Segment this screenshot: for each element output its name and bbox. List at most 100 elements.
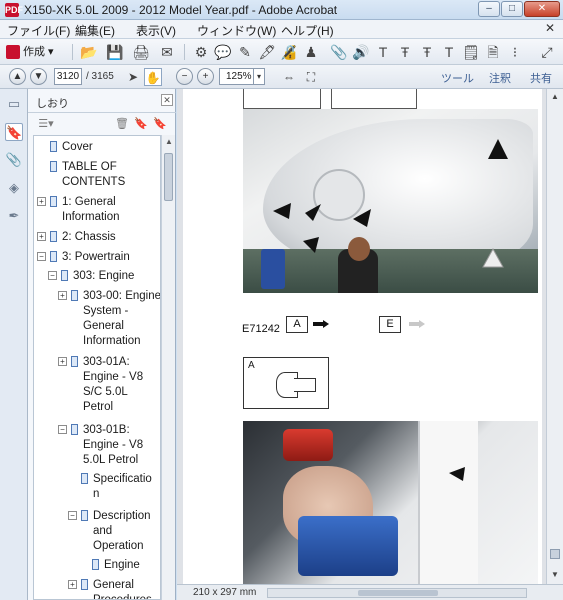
create-pdf-icon [6, 45, 20, 60]
tab-tools[interactable]: ツール [441, 70, 474, 86]
certificate-icon[interactable]: 🔏 [280, 43, 298, 61]
bookmark-chassis[interactable]: + 2: Chassis [37, 230, 158, 245]
tab-share[interactable]: 共有 [530, 70, 552, 86]
more-dropdown-icon[interactable]: ⁝ [506, 43, 524, 61]
menu-window[interactable]: ウィンドウ(W) [197, 22, 276, 39]
scroll-up-icon[interactable]: ▲ [162, 135, 176, 149]
new-bookmark-icon[interactable]: 🔖 [134, 117, 148, 131]
fit-width-icon[interactable]: ⛶ [302, 68, 320, 86]
title-bar: PDF X150-XK 5.0L 2009 - 2012 Model Year.… [0, 0, 563, 20]
bookmark-303-01a[interactable]: + 303-01A: Engine - V8 S/C 5.0L Petrol [58, 355, 158, 417]
close-document-icon[interactable]: ✕ [545, 21, 555, 35]
attachments-icon[interactable]: 📎 [5, 151, 23, 169]
signatures-icon[interactable]: ✒ [5, 207, 23, 225]
status-bar: 210 x 297 mm [177, 584, 563, 600]
note-icon[interactable]: 🗒 [462, 43, 480, 61]
save-icon[interactable]: 💾 [106, 43, 124, 61]
bookmarks-scrollbar[interactable]: ▲ [161, 135, 175, 600]
scroll-down-icon[interactable]: ▼ [547, 567, 563, 583]
chevron-down-icon[interactable]: ▾ [253, 69, 264, 84]
bookmarks-icon[interactable]: 🔖 [5, 123, 23, 141]
expand-icon[interactable]: + [68, 580, 77, 589]
horizontal-scrollbar[interactable] [267, 588, 527, 598]
collapse-icon[interactable]: − [48, 271, 57, 280]
collapse-icon[interactable]: − [68, 511, 77, 520]
page-number-input[interactable]: 3120 [54, 68, 82, 85]
options-menu-icon[interactable]: ☰▾ [36, 117, 56, 131]
menu-edit[interactable]: 編集(E) [75, 22, 115, 39]
strikethrough-icon[interactable]: Ŧ [418, 43, 436, 61]
bookmark-icon [50, 251, 57, 262]
stamp-icon[interactable]: ♟ [302, 43, 320, 61]
pdf-page: E71242 A E A [183, 89, 542, 584]
collapse-icon[interactable]: − [58, 425, 67, 434]
layers-icon[interactable]: ◈ [5, 179, 23, 197]
hand-tool-icon[interactable]: ✋ [144, 68, 162, 86]
scroll-thumb[interactable] [550, 549, 560, 559]
bookmark-description-operation[interactable]: − Description and Operation [68, 509, 158, 555]
underline-icon[interactable]: T [440, 43, 458, 61]
expand-icon[interactable]: + [58, 357, 67, 366]
insert-text-icon[interactable]: Ŧ [396, 43, 414, 61]
audio-icon[interactable]: 🔊 [352, 43, 370, 61]
select-cursor-icon[interactable]: ➤ [124, 68, 142, 86]
bookmark-specification[interactable]: Specification [81, 472, 158, 504]
email-icon[interactable]: ✉ [158, 43, 176, 61]
minimize-button[interactable]: – [478, 1, 500, 17]
bookmark-powertrain[interactable]: − 3: Powertrain [37, 250, 158, 265]
menu-file[interactable]: ファイル(F) [7, 22, 70, 39]
zoom-in-icon[interactable]: + [197, 68, 214, 85]
legend-e: E [379, 316, 401, 333]
text-box-icon[interactable]: T [374, 43, 392, 61]
fit-page-icon[interactable]: ⇔ [280, 68, 298, 86]
navigation-pane-strip: ▭ 🔖 📎 ◈ ✒ [0, 89, 28, 600]
open-folder-icon[interactable]: 📂 [80, 43, 98, 61]
expand-icon[interactable]: + [37, 197, 46, 206]
zoom-out-icon[interactable]: − [176, 68, 193, 85]
bookmark-engine[interactable]: Engine [92, 558, 158, 573]
print-icon[interactable]: 🖨 [132, 43, 150, 61]
expand-icon[interactable]: + [37, 232, 46, 241]
scroll-up-icon[interactable]: ▲ [547, 89, 563, 105]
scroll-thumb[interactable] [358, 590, 438, 596]
legend-a: A [286, 316, 308, 333]
close-window-button[interactable]: ✕ [524, 1, 560, 17]
page-total: / 3165 [86, 71, 114, 82]
expand-icon[interactable]: + [58, 291, 67, 300]
expand-window-icon[interactable]: ⤢ [538, 43, 556, 61]
bookmark-303-engine[interactable]: − 303: Engine [48, 269, 158, 284]
bookmark-303-01b[interactable]: − 303-01B: Engine - V8 5.0L Petrol [58, 423, 158, 469]
attach-icon[interactable]: 📎 [330, 43, 348, 61]
document-icon[interactable]: 🗎 [484, 43, 502, 61]
bookmark-general-procedures[interactable]: + General Procedures [68, 578, 158, 599]
bookmark-general-information[interactable]: + 1: General Information [37, 195, 158, 227]
bookmark-303-00[interactable]: + 303-00: Engine System - General Inform… [58, 289, 160, 351]
previous-page-icon[interactable]: ▲ [9, 68, 26, 85]
bookmark-tree: Cover TABLE OF CONTENTS + 1: General Inf… [33, 135, 161, 600]
menu-help[interactable]: ヘルプ(H) [281, 22, 334, 39]
page-thumbnails-icon[interactable]: ▭ [5, 95, 23, 113]
bookmark-cover[interactable]: Cover [50, 140, 158, 155]
comment-icon[interactable]: 💬 [214, 43, 232, 61]
bookmark-icon [50, 141, 57, 152]
expand-bookmark-icon[interactable]: 🔖 [153, 117, 167, 131]
document-scrollbar[interactable]: ▲ ▼ [546, 89, 563, 584]
tab-comment[interactable]: 注釈 [489, 70, 511, 86]
menu-view[interactable]: 表示(V) [136, 22, 176, 39]
bookmark-icon [71, 290, 78, 301]
figure-code: E71242 [242, 323, 280, 335]
create-button[interactable]: 作成 ▾ [6, 43, 54, 61]
collapse-icon[interactable]: − [37, 252, 46, 261]
sign-document-icon[interactable]: 🖋 [258, 43, 276, 61]
highlight-icon[interactable]: ✎ [236, 43, 254, 61]
bookmark-toc[interactable]: TABLE OF CONTENTS [50, 160, 158, 192]
delete-bookmark-icon[interactable]: 🗑 [115, 117, 129, 131]
scroll-thumb[interactable] [164, 153, 173, 201]
gear-icon[interactable]: ⚙ [192, 43, 210, 61]
maximize-button[interactable]: □ [501, 1, 523, 17]
next-page-icon[interactable]: ▼ [30, 68, 47, 85]
bookmark-icon [92, 559, 99, 570]
close-panel-icon[interactable]: ✕ [161, 94, 173, 106]
bookmark-icon [71, 424, 78, 435]
zoom-select[interactable]: 125% ▾ [219, 68, 265, 85]
